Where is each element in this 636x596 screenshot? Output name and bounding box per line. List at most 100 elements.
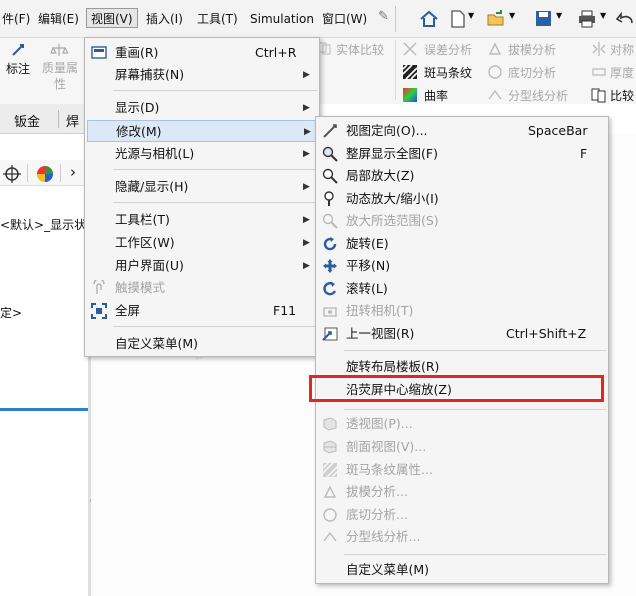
divider — [395, 6, 396, 32]
menu-item-roll[interactable]: 滚转(L) — [316, 278, 608, 300]
menu-item-previous-view[interactable]: 上一视图(R) Ctrl+Shift+Z — [316, 323, 608, 345]
menu-item-touch-mode[interactable]: 触摸模式 — [85, 277, 319, 299]
menu-item-zebra-stripe-properties[interactable]: 斑马条纹属性... — [316, 459, 608, 481]
menu-item-zoom-to-area[interactable]: 局部放大(Z) — [316, 165, 608, 187]
menu-item-zoom-to-selection[interactable]: 放大所选范围(S) — [316, 210, 608, 232]
submenu-arrow-icon: ▶ — [303, 261, 310, 271]
toolbar-compare[interactable]: 比较 — [610, 87, 634, 104]
menu-bar: 件(F) 编辑(E) 视图(V) 插入(I) 工具(T) Simulation … — [0, 0, 636, 38]
parting-line-analysis-icon — [323, 531, 337, 542]
menu-item-section-view[interactable]: 剖面视图(V)... — [316, 436, 608, 458]
submenu-arrow-icon: ▶ — [303, 182, 310, 192]
menu-item-workspace[interactable]: 工作区(W) ▶ — [85, 232, 319, 254]
menu-item-screen-capture[interactable]: 屏幕捕获(N) ▶ — [85, 64, 319, 86]
feature-manager-pane — [0, 134, 90, 596]
toolbar-mass-properties-label[interactable]: 质量属性 — [40, 60, 80, 92]
submenu-arrow-icon: ▶ — [303, 149, 310, 159]
menu-item-user-interface[interactable]: 用户界面(U) ▶ — [85, 255, 319, 277]
menu-file[interactable]: 件(F) — [2, 9, 30, 29]
menu-window[interactable]: 窗口(W) — [322, 9, 367, 29]
toolbar-zebra-stripes[interactable]: 斑马条纹 — [424, 64, 472, 81]
menu-item-redraw[interactable]: 重画(R) Ctrl+R — [85, 42, 319, 64]
menu-insert[interactable]: 插入(I) — [146, 9, 183, 29]
menu-item-pan[interactable]: 平移(N) — [316, 255, 608, 277]
undo-icon[interactable] — [616, 9, 636, 29]
menu-item-label: 光源与相机(L) — [115, 146, 195, 161]
menu-item-label: 重画(R) — [115, 45, 159, 60]
chevron-down-icon[interactable]: ▼ — [509, 11, 515, 20]
toolbar-deviation-analysis[interactable]: 误差分析 — [424, 41, 472, 58]
menu-item-toolbars[interactable]: 工具栏(T) ▶ — [85, 209, 319, 231]
menu-item-lights-cameras[interactable]: 光源与相机(L) ▶ — [85, 143, 319, 165]
new-document-icon[interactable] — [450, 9, 466, 29]
menu-item-full-screen[interactable]: 全屏 F11 — [85, 300, 319, 322]
modify-submenu: 视图定向(O)... SpaceBar 整屏显示全图(F) F 局部放大(Z) … — [315, 116, 609, 584]
submenu-arrow-icon: ▶ — [304, 127, 311, 137]
full-screen-icon — [91, 303, 107, 319]
zebra-stripes-icon — [322, 462, 338, 478]
deviation-analysis-icon — [403, 42, 417, 56]
toolbar-draft-analysis[interactable]: 拔模分析 — [508, 41, 556, 58]
divider — [27, 164, 28, 182]
menu-item-turn-camera[interactable]: 扭转相机(T) — [316, 300, 608, 322]
chevron-down-icon[interactable]: ▼ — [468, 11, 474, 20]
divider — [58, 110, 59, 128]
menu-item-label: 分型线分析... — [346, 529, 421, 544]
parting-line-analysis-icon — [488, 89, 502, 100]
menu-item-draft-analysis[interactable]: 拔模分析... — [316, 481, 608, 503]
toolbar-dimension-label[interactable]: 标注 — [6, 60, 30, 77]
menu-item-display[interactable]: 显示(D) ▶ — [85, 97, 319, 119]
pane-tabs: › — [0, 160, 90, 186]
menu-item-modify[interactable]: 修改(M) ▶ — [87, 120, 317, 142]
toolbar-parting-line-analysis[interactable]: 分型线分析 — [508, 87, 568, 104]
command-tabs: 钣金 焊件 — [0, 104, 90, 149]
toolbar-body-compare[interactable]: 实体比较 — [336, 41, 384, 58]
toolbar-undercut-analysis[interactable]: 底切分析 — [508, 64, 556, 81]
menu-item-label: 斑马条纹属性... — [346, 462, 433, 477]
menu-edit[interactable]: 编辑(E) — [38, 9, 79, 29]
menu-item-view-orientation[interactable]: 视图定向(O)... SpaceBar — [316, 120, 608, 142]
menu-item-hide-show[interactable]: 隐藏/显示(H) ▶ — [85, 176, 319, 198]
divider — [113, 326, 317, 327]
crosshair-icon[interactable] — [3, 165, 21, 183]
zoom-to-selection-icon — [322, 213, 338, 229]
chevron-down-icon[interactable]: ▼ — [556, 11, 562, 20]
chevron-right-icon[interactable]: › — [70, 163, 76, 181]
thickness-analysis-icon — [592, 68, 606, 76]
pin-icon[interactable]: ✎ — [378, 9, 389, 24]
menu-item-zoom-to-fit[interactable]: 整屏显示全图(F) F — [316, 143, 608, 165]
menu-item-customize-menu[interactable]: 自定义菜单(M) — [85, 333, 319, 355]
draft-analysis-icon — [323, 485, 337, 498]
open-folder-icon[interactable] — [486, 9, 506, 29]
toolbar-symmetry-check[interactable]: 对称 — [610, 41, 634, 58]
menu-item-label: 全屏 — [115, 303, 141, 318]
menu-item-zoom-in-out[interactable]: 动态放大/缩小(I) — [316, 188, 608, 210]
menu-item-perspective[interactable]: 透视图(P)... — [316, 413, 608, 435]
menu-item-label: 扭转相机(T) — [346, 303, 414, 318]
toolbar-thickness-analysis[interactable]: 厚度 — [610, 64, 634, 81]
appearance-icon[interactable] — [35, 164, 55, 184]
menu-item-label: 滚转(L) — [346, 281, 388, 296]
home-icon[interactable] — [418, 9, 440, 29]
shortcut-label: Ctrl+Shift+Z — [506, 326, 587, 341]
save-icon[interactable] — [534, 9, 554, 29]
divider — [113, 202, 317, 203]
tab-sheet-metal[interactable]: 钣金 — [14, 111, 40, 130]
menu-item-label: 剖面视图(V)... — [346, 439, 427, 454]
menu-item-parting-line-analysis[interactable]: 分型线分析... — [316, 526, 608, 548]
dimension-icon — [12, 44, 24, 56]
menu-view[interactable]: 视图(V) — [86, 8, 138, 28]
chevron-down-icon[interactable]: ▼ — [600, 11, 606, 20]
menu-tools[interactable]: 工具(T) — [197, 9, 238, 29]
menu-item-rotate[interactable]: 旋转(E) — [316, 233, 608, 255]
toolbar-curvature[interactable]: 曲率 — [424, 87, 448, 104]
submenu-arrow-icon: ▶ — [303, 238, 310, 248]
menu-simulation[interactable]: Simulation — [250, 9, 314, 29]
highlight-box — [309, 375, 604, 402]
menu-item-customize-menu[interactable]: 自定义菜单(M) — [316, 559, 608, 581]
menu-item-undercut-analysis[interactable]: 底切分析... — [316, 504, 608, 526]
undercut-analysis-icon — [488, 65, 502, 79]
progress-underline — [0, 408, 88, 411]
shortcut-label: F11 — [273, 303, 297, 318]
print-icon[interactable] — [577, 9, 597, 29]
